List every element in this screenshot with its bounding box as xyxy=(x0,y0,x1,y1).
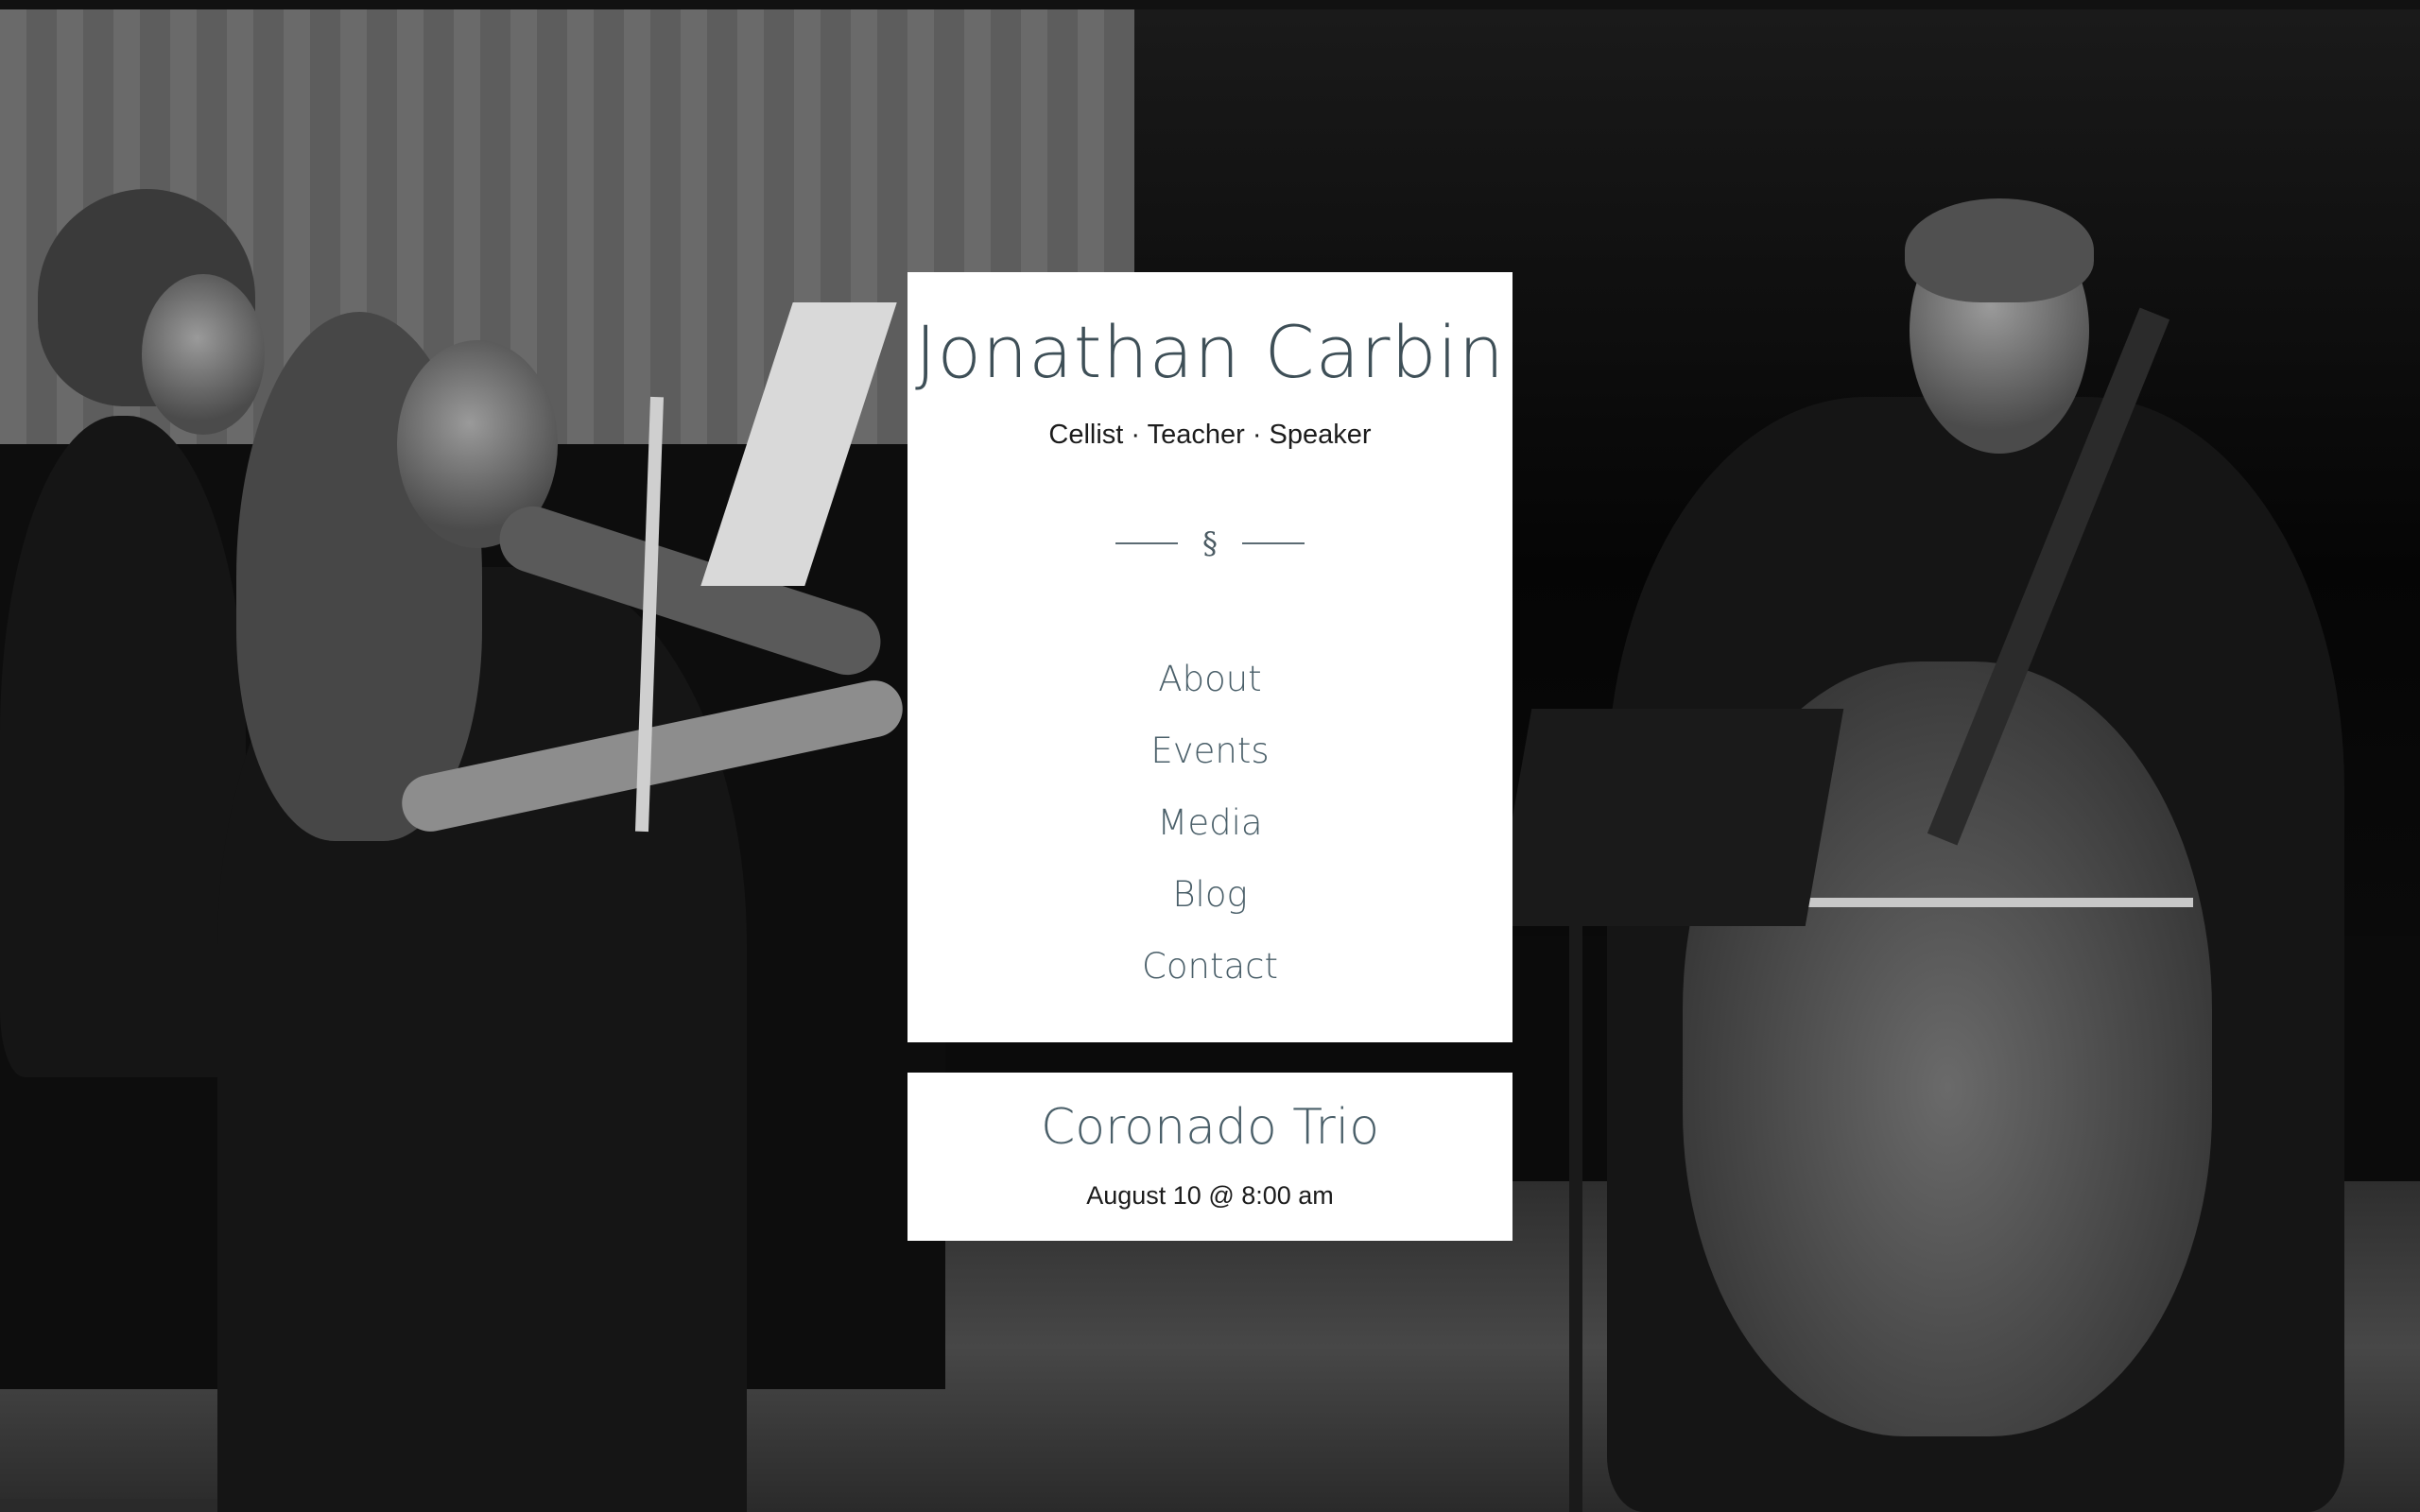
divider-line-right xyxy=(1242,542,1305,544)
section-divider: § xyxy=(1115,520,1305,567)
nav-link-contact[interactable]: Contact xyxy=(1142,946,1278,987)
nav-item-blog: Blog xyxy=(908,858,1512,930)
event-date: August 10 @ 8:00 am xyxy=(1086,1181,1334,1210)
site-title[interactable]: Jonathan Carbin xyxy=(908,310,1512,394)
main-nav: About Events Media Blog Contact xyxy=(908,643,1512,1002)
divider-line-left xyxy=(1115,542,1178,544)
event-title-link[interactable]: Coronado Trio xyxy=(908,1099,1512,1156)
upcoming-event-card: Coronado Trio August 10 @ 8:00 am xyxy=(908,1073,1512,1241)
nav-item-media: Media xyxy=(908,786,1512,858)
music-stand-pole xyxy=(1569,907,1582,1512)
nav-link-media[interactable]: Media xyxy=(1157,802,1262,843)
site-tagline: Cellist · Teacher · Speaker xyxy=(1048,420,1372,450)
nav-item-about: About xyxy=(908,643,1512,714)
menu-card: Jonathan Carbin Cellist · Teacher · Spea… xyxy=(908,272,1512,1042)
pianist-head xyxy=(142,274,265,435)
nav-link-events[interactable]: Events xyxy=(1150,730,1269,771)
top-edge xyxy=(0,0,2420,9)
cello-bow xyxy=(1796,898,2193,907)
page: Jonathan Carbin Cellist · Teacher · Spea… xyxy=(0,0,2420,1512)
nav-item-events: Events xyxy=(908,714,1512,786)
nav-link-blog[interactable]: Blog xyxy=(1172,874,1247,915)
nav-link-about[interactable]: About xyxy=(1158,659,1261,699)
cellist-hair xyxy=(1905,198,2094,302)
nav-item-contact: Contact xyxy=(908,930,1512,1002)
section-sign-icon: § xyxy=(1202,525,1218,561)
music-stand-right xyxy=(1493,709,1844,926)
